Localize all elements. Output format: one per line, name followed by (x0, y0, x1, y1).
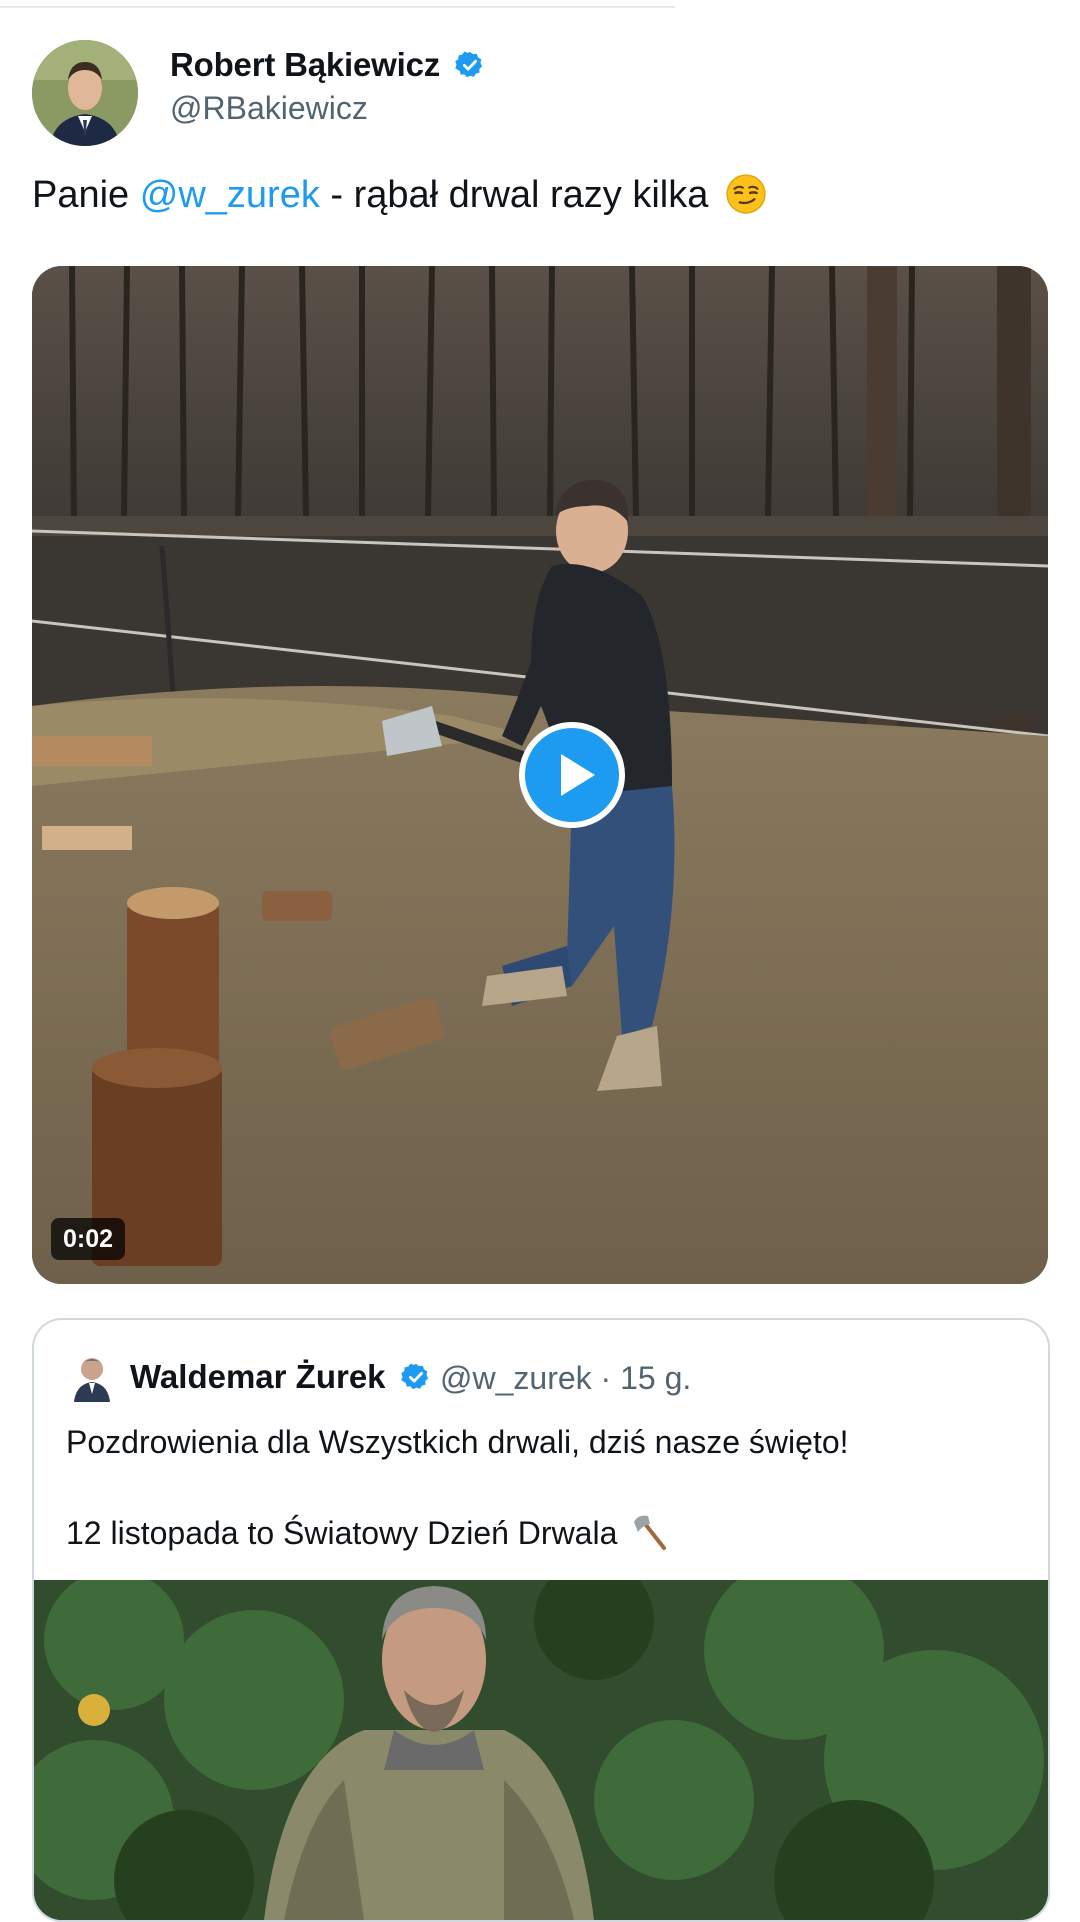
top-divider (0, 6, 675, 8)
post-text: Panie @w_zurek - rąbał drwal razy kilka (32, 172, 767, 218)
quoted-meta: @w_zurek · 15 g. (440, 1360, 691, 1397)
verified-badge-icon (455, 51, 483, 78)
verified-badge-icon (400, 1363, 428, 1390)
author-handle[interactable]: @RBakiewicz (170, 90, 368, 127)
author-name[interactable]: Robert Bąkiewicz (170, 46, 440, 83)
quoted-author-handle[interactable]: @w_zurek (440, 1360, 592, 1396)
quoted-text-line2-row: 12 listopada to Światowy Dzień Drwala (66, 1512, 670, 1552)
smirking-face-icon (726, 174, 766, 214)
quoted-post-card[interactable]: Waldemar Żurek @w_zurek · 15 g. Pozdrowi… (32, 1318, 1050, 1922)
axe-icon (634, 1515, 667, 1550)
post-text-prefix: Panie (32, 174, 140, 216)
mention-link[interactable]: @w_zurek (140, 174, 320, 216)
quoted-author-avatar[interactable] (72, 1354, 112, 1402)
quoted-media-image[interactable] (34, 1580, 1048, 1920)
video-player[interactable]: 0:02 (32, 266, 1048, 1284)
quoted-text-line1: Pozdrowienia dla Wszystkich drwali, dziś… (66, 1424, 849, 1460)
quoted-media-frame (34, 1580, 1048, 1920)
quoted-text-line2: 12 listopada to Światowy Dzień Drwala (66, 1515, 618, 1551)
quoted-author-name[interactable]: Waldemar Żurek (130, 1358, 386, 1395)
quoted-time[interactable]: 15 g. (620, 1360, 691, 1396)
play-button-icon[interactable] (519, 722, 625, 828)
post-text-suffix: - rąbał drwal razy kilka (319, 174, 709, 216)
quoted-author-name-row[interactable]: Waldemar Żurek (130, 1358, 431, 1396)
time-separator: · (600, 1360, 612, 1396)
author-name-row[interactable]: Robert Bąkiewicz (170, 46, 485, 84)
author-avatar[interactable] (32, 40, 138, 146)
video-timestamp: 0:02 (51, 1218, 126, 1260)
